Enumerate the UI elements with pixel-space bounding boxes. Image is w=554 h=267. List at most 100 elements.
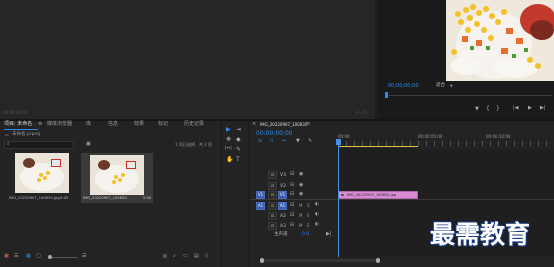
marker-icon[interactable]: ▼	[475, 107, 479, 112]
track-header-a1: A1 ⊡ A1 ⊟ M S ◐	[256, 202, 336, 211]
timeline-scrollbar-end[interactable]	[376, 258, 380, 263]
timeline-scrollbar[interactable]	[260, 259, 380, 262]
playhead-line[interactable]	[338, 141, 339, 257]
tab-media-browser[interactable]: 媒体浏览器	[47, 122, 72, 127]
track-label: V3	[280, 173, 286, 178]
tab-project[interactable]: 项目: 未命名	[4, 122, 32, 127]
solo-button[interactable]: S	[307, 224, 310, 228]
solo-button[interactable]: S	[307, 204, 310, 208]
source-monitor: 00;00;00;00 +/- 15	[0, 0, 375, 119]
mic-icon[interactable]: ◐	[315, 212, 319, 218]
play-icon[interactable]: ▶	[528, 106, 532, 111]
type-tool-icon[interactable]: T	[236, 157, 240, 163]
tab-effects[interactable]: 效果	[134, 122, 144, 127]
lock-icon[interactable]: ⊡	[268, 212, 277, 220]
source-patch-a1[interactable]: A1	[256, 202, 265, 210]
lock-icon[interactable]: ⊡	[268, 222, 277, 230]
mark-out-icon[interactable]: }	[496, 106, 500, 112]
program-timecode: 00;00;00;00	[388, 83, 419, 89]
snap-icon[interactable]: ∩	[270, 139, 274, 144]
timeline-clip[interactable]: ▪ IMG_20220907_100830.jpg	[338, 191, 418, 199]
go-to-in-icon[interactable]: |◀	[513, 106, 519, 111]
razor-tool-icon[interactable]: ◆	[236, 137, 241, 143]
sync-lock-icon[interactable]: ⊟	[290, 213, 294, 218]
track-header-v3: ⊡ V3 ⊟ ◉	[268, 171, 336, 180]
timeline-timecode[interactable]: 00:00:00:00	[256, 131, 293, 137]
new-item-icon[interactable]: ▤	[194, 254, 199, 259]
sync-lock-icon[interactable]: ⊟	[290, 223, 294, 228]
slip-tool-icon[interactable]: |↔|	[225, 146, 232, 152]
lock-icon[interactable]: ⊡	[268, 171, 277, 179]
mute-button[interactable]: M	[299, 224, 302, 228]
new-bin-from-search-icon[interactable]: ▣	[86, 142, 91, 147]
eye-icon[interactable]: ◉	[299, 172, 303, 177]
mic-icon[interactable]: ◐	[315, 222, 319, 228]
go-to-out-icon[interactable]: ▶|	[540, 106, 546, 111]
mark-in-icon[interactable]: {	[486, 106, 490, 112]
search-field[interactable]	[14, 142, 72, 148]
new-bin-icon[interactable]: ▭	[183, 254, 188, 259]
source-patch-v1[interactable]: V1	[256, 191, 265, 199]
track-label: A3	[280, 224, 286, 229]
lock-icon[interactable]: ⊡	[268, 202, 277, 210]
ripple-edit-tool-icon[interactable]: ✥	[226, 137, 231, 143]
program-fit-caret: ▼	[450, 83, 453, 88]
automate-to-sequence-icon[interactable]: ▥	[163, 254, 167, 258]
lock-icon[interactable]: ▣	[4, 254, 9, 259]
track-select-tool-icon[interactable]: ⇥	[236, 127, 241, 133]
freeform-view-icon[interactable]: ▢	[36, 254, 41, 259]
tab-info[interactable]: 信息	[108, 122, 118, 127]
project-file-name: 未命名.prproj	[12, 132, 41, 137]
sync-lock-icon[interactable]: ⊟	[290, 172, 294, 177]
master-value[interactable]: 0.0	[302, 232, 309, 238]
clear-icon[interactable]: ▯	[205, 254, 208, 259]
solo-button[interactable]: S	[307, 214, 310, 218]
sync-lock-icon[interactable]: ⊟	[290, 203, 294, 208]
hand-tool-icon[interactable]: ✋	[226, 157, 233, 163]
watermark: 最需教育	[430, 220, 531, 249]
project-panel-menu-icon[interactable]: ≡	[38, 122, 42, 127]
timeline-menu-icon[interactable]: ≡	[306, 122, 310, 127]
lock-icon[interactable]: ⊡	[268, 191, 277, 199]
mic-icon[interactable]: ◐	[315, 202, 319, 208]
list-view-icon[interactable]: ☰	[14, 254, 18, 259]
nest-icon[interactable]: ⇆	[258, 139, 262, 144]
lock-icon[interactable]: ⊡	[268, 182, 277, 190]
tab-libraries[interactable]: 库	[86, 122, 91, 127]
timeline-tab-title[interactable]: IMG_20220907_100830	[260, 122, 307, 127]
timeline-scrollbar-thumb[interactable]	[260, 258, 264, 263]
add-marker-icon[interactable]: ▼	[296, 139, 300, 144]
eye-icon[interactable]: ◉	[299, 192, 303, 197]
track-label[interactable]: V1	[278, 191, 287, 199]
selection-tool-icon[interactable]: ▶	[226, 127, 231, 133]
close-icon[interactable]: ×	[252, 122, 256, 127]
sync-lock-icon[interactable]: ⊟	[290, 183, 294, 188]
program-fit-select[interactable]: 适合	[436, 83, 445, 89]
track-label[interactable]: A1	[278, 202, 287, 210]
search-input[interactable]: ⌕	[4, 141, 74, 149]
source-monitor-timecode: 00;00;00;00	[3, 110, 28, 115]
mute-button[interactable]: M	[299, 204, 302, 208]
zoom-slider[interactable]	[48, 257, 78, 258]
go-to-icon[interactable]: ▶|	[326, 232, 332, 237]
project-item[interactable]: IMG_20220907_100830.jpg 5:00	[9, 153, 69, 200]
fx-badge-icon: ▪	[341, 192, 344, 197]
zoom-slider-handle[interactable]	[48, 255, 52, 259]
find-icon[interactable]: ⌕	[173, 254, 176, 259]
track-label: V2	[280, 184, 286, 189]
work-area-bar[interactable]	[338, 146, 418, 147]
eye-icon[interactable]: ◉	[299, 183, 303, 188]
pen-tool-icon[interactable]: ✎	[236, 147, 241, 153]
sync-lock-icon[interactable]: ⊟	[290, 192, 294, 197]
tab-markers[interactable]: 标记	[158, 122, 168, 127]
linked-selection-icon[interactable]: ⊷	[282, 139, 287, 144]
settings-wrench-icon[interactable]: ✎	[308, 139, 312, 144]
program-scrubber[interactable]	[386, 95, 552, 96]
program-playhead-marker[interactable]	[385, 92, 388, 98]
playhead-handle[interactable]	[336, 139, 341, 145]
mute-button[interactable]: M	[299, 214, 302, 218]
icon-view-icon[interactable]: ▦	[26, 254, 31, 259]
project-item[interactable]: IMG_20220907_100830 5:00	[81, 153, 153, 203]
tab-history[interactable]: 历史记录	[184, 122, 204, 127]
sort-icon[interactable]: ☰	[82, 254, 86, 259]
